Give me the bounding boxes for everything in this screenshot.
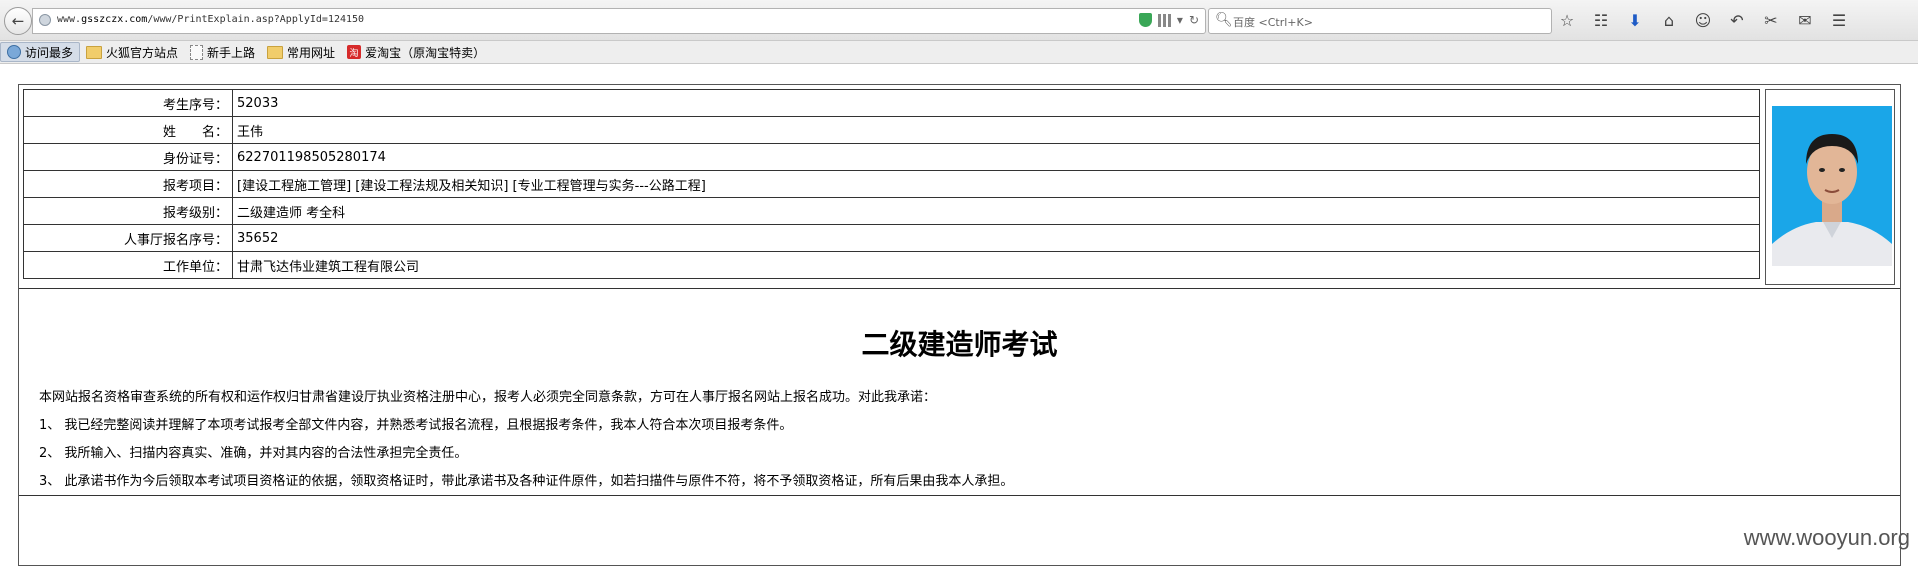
download-icon[interactable]: ⬇ [1624,10,1646,30]
undo-icon[interactable]: ↶ [1726,10,1748,30]
row-label: 报考项目： [23,170,233,198]
applicant-info-table: 考生序号： 52033 姓 名： 王伟 身份证号： 62270119850528… [23,89,1760,279]
watermark: www.wooyun.org [1743,525,1910,550]
table-row: 报考项目： [建设工程施工管理] [建设工程法规及相关知识] [专业工程管理与实… [23,170,1760,198]
bookmark-label: 爱淘宝（原淘宝特卖） [365,45,486,60]
row-label: 报考级别： [23,197,233,225]
home-icon[interactable]: ⌂ [1658,10,1680,30]
reading-list-icon[interactable]: ☷ [1590,10,1612,30]
intro-paragraph: 本网站报名资格审查系统的所有权和运作权归甘肃省建设厅执业资格注册中心，报考人必须… [39,390,937,405]
row-label: 身份证号： [23,143,233,171]
table-row: 身份证号： 622701198505280174 [23,143,1760,171]
pledge-item-3: 3、 此承诺书作为今后领取本考试项目资格证的依据，领取资格证时，带此承诺书及各种… [39,474,1014,489]
dropdown-arrow-icon[interactable]: ▾ [1177,13,1183,27]
bookmark-most-visited[interactable]: 访问最多 [0,42,81,62]
table-row: 工作单位： 甘肃飞达伟业建筑工程有限公司 [23,251,1760,279]
bookmarks-bar: 访问最多 火狐官方站点 新手上路 常用网址 淘 爱淘宝（原淘宝特卖） [0,41,1918,64]
bookmark-common-sites[interactable]: 常用网址 [261,42,341,62]
row-label: 考生序号： [23,89,233,117]
url-path: /www/PrintExplain.asp?ApplyId=124150 [147,14,365,25]
print-frame: 考生序号： 52033 姓 名： 王伟 身份证号： 62270119850528… [18,84,1901,566]
search-input[interactable]: 百度 <Ctrl+K> [1233,14,1313,30]
bookmark-getting-started[interactable]: 新手上路 [184,42,261,62]
page-content: 考生序号： 52033 姓 名： 王伟 身份证号： 62270119850528… [0,64,1918,566]
person-portrait-icon [1772,106,1892,266]
feedback-icon[interactable]: ✉ [1794,10,1816,30]
table-row: 考生序号： 52033 [23,89,1760,117]
table-row: 人事厅报名序号： 35652 [23,224,1760,252]
page-icon [190,44,204,60]
shield-icon[interactable] [1138,13,1152,27]
globe-icon [39,14,51,26]
table-row: 姓 名： 王伟 [23,116,1760,144]
row-value: [建设工程施工管理] [建设工程法规及相关知识] [专业工程管理与实务---公路… [232,170,1760,198]
bookmark-label: 常用网址 [287,45,336,60]
magnifier-icon [7,45,21,59]
url-text[interactable]: www.gsszczx.com/www/PrintExplain.asp?App… [57,14,364,25]
table-row: 报考级别： 二级建造师 考全科 [23,197,1760,225]
bookmark-label: 火狐官方站点 [106,45,179,60]
bookmark-firefox-official[interactable]: 火狐官方站点 [80,42,184,62]
chat-icon[interactable]: ☺ [1692,10,1714,30]
url-prefix: www. [57,14,82,25]
row-label: 工作单位： [23,251,233,279]
folder-icon [86,45,103,59]
row-value: 甘肃飞达伟业建筑工程有限公司 [232,251,1760,279]
row-value: 王伟 [232,116,1760,144]
back-button[interactable]: ← [4,7,32,35]
photo-cell [1765,89,1895,285]
menu-icon[interactable]: ☰ [1828,10,1850,30]
pledge-item-1: 1、 我已经完整阅读并理解了本项考试报考全部文件内容，并熟悉考试报名流程，且根据… [39,418,793,433]
row-value: 二级建造师 考全科 [232,197,1760,225]
url-icons: ▾ ↻ [1138,13,1199,27]
folder-icon [267,45,284,59]
row-label: 人事厅报名序号： [23,224,233,252]
row-value: 52033 [232,89,1760,117]
row-label: 姓 名： [23,116,233,144]
bookmark-label: 新手上路 [207,45,256,60]
section-divider [19,495,1900,496]
applicant-photo [1772,106,1892,266]
back-arrow-icon: ← [11,12,25,30]
pledge-item-2: 2、 我所输入、扫描内容真实、准确，并对其内容的合法性承担完全责任。 [39,446,468,461]
browser-toolbar: ← www.gsszczx.com/www/PrintExplain.asp?A… [0,0,1918,41]
bookmark-taobao[interactable]: 淘 爱淘宝（原淘宝特卖） [341,42,491,62]
section-divider [19,288,1900,289]
search-icon: 🔍︎ [1215,12,1233,28]
url-host: gsszczx.com [81,14,148,25]
reload-icon[interactable]: ↻ [1189,13,1199,27]
crop-icon[interactable]: ✂ [1760,10,1782,30]
row-value: 622701198505280174 [232,143,1760,171]
toolbar-icons: ☆ ☷ ⬇ ⌂ ☺ ↶ ✂ ✉ ☰ [1556,10,1850,30]
row-value: 35652 [232,224,1760,252]
bookmark-label: 访问最多 [25,45,74,60]
taobao-icon: 淘 [347,45,362,59]
page-title: 二级建造师考试 [861,328,1058,361]
star-icon[interactable]: ☆ [1556,10,1578,30]
search-bar[interactable]: 🔍︎ 百度 <Ctrl+K> [1208,8,1552,34]
qr-code-icon[interactable] [1157,13,1171,27]
url-bar[interactable]: www.gsszczx.com/www/PrintExplain.asp?App… [32,8,1206,34]
